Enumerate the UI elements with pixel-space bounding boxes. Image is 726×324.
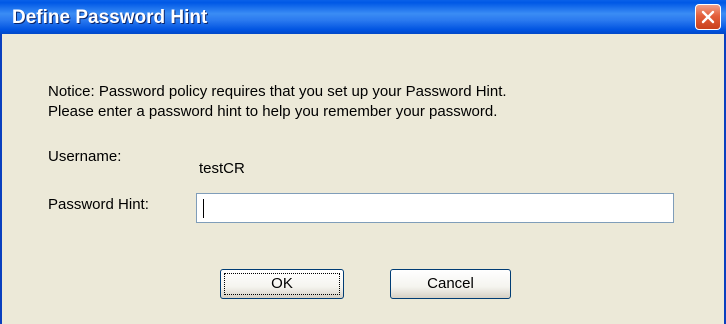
password-hint-label: Password Hint: [48,196,149,213]
cancel-button[interactable]: Cancel [390,269,511,299]
notice-line-1: Notice: Password policy requires that yo… [48,83,507,100]
username-value: testCR [199,160,245,177]
close-button[interactable] [695,4,721,30]
notice-text: Notice: Password policy requires that yo… [48,82,507,122]
text-caret [203,199,204,218]
ok-button-label: OK [224,273,340,295]
window-border-left [0,34,2,324]
close-icon [701,10,715,24]
username-label: Username: [48,148,122,165]
ok-button[interactable]: OK [220,269,344,299]
password-hint-input[interactable] [196,193,674,223]
dialog-title: Define Password Hint [12,7,208,28]
notice-line-2: Please enter a password hint to help you… [48,103,498,120]
title-bar[interactable]: Define Password Hint [0,0,726,34]
define-password-hint-dialog: Define Password Hint Notice: Password po… [0,0,726,324]
